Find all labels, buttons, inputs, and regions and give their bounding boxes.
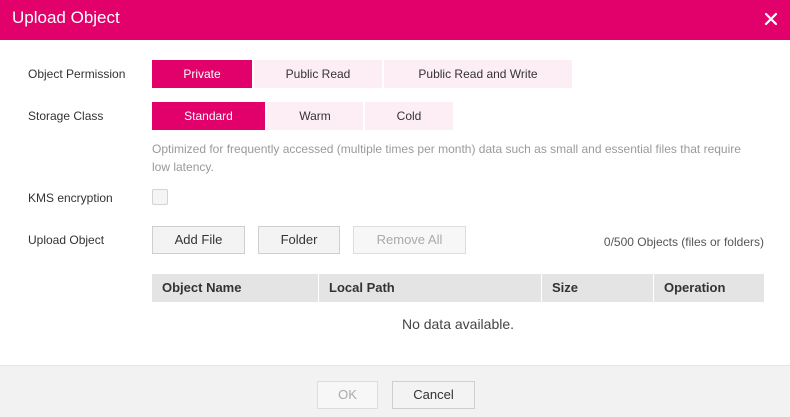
table-header: Object Name Local Path Size Operation (152, 274, 764, 302)
permission-option-public-read-write[interactable]: Public Read and Write (384, 60, 572, 88)
upload-object-label: Upload Object (28, 233, 105, 247)
permission-option-public-read[interactable]: Public Read (254, 60, 382, 88)
remove-all-button[interactable]: Remove All (353, 226, 466, 254)
dialog-header: Upload Object (0, 0, 790, 40)
storage-option-cold[interactable]: Cold (365, 102, 453, 130)
folder-button[interactable]: Folder (258, 226, 340, 254)
kms-label: KMS encryption (28, 191, 113, 205)
storage-class-label: Storage Class (28, 109, 104, 123)
storage-option-standard[interactable]: Standard (152, 102, 265, 130)
storage-class-hint: Optimized for frequently accessed (multi… (152, 142, 741, 174)
ok-button[interactable]: OK (317, 381, 378, 409)
column-size: Size (542, 274, 654, 302)
column-object-name: Object Name (152, 274, 319, 302)
kms-checkbox[interactable] (152, 189, 168, 205)
object-count: 0/500 Objects (files or folders) (603, 235, 764, 249)
column-local-path: Local Path (319, 274, 542, 302)
cancel-button[interactable]: Cancel (392, 381, 475, 409)
table-empty-message: No data available. (401, 316, 515, 332)
close-icon[interactable] (764, 12, 778, 26)
add-file-button[interactable]: Add File (152, 226, 245, 254)
permission-option-private[interactable]: Private (152, 60, 252, 88)
storage-class-selector: Standard Warm Cold (152, 102, 455, 130)
permission-selector: Private Public Read Public Read and Writ… (152, 60, 574, 88)
permission-label: Object Permission (28, 67, 126, 81)
dialog-title: Upload Object (12, 8, 120, 27)
objects-table: Object Name Local Path Size Operation No… (152, 274, 764, 346)
storage-option-warm[interactable]: Warm (267, 102, 363, 130)
upload-object-dialog: Upload Object Object Permission Private … (0, 0, 790, 417)
dialog-footer: OK Cancel (0, 365, 790, 417)
column-operation: Operation (664, 280, 726, 295)
